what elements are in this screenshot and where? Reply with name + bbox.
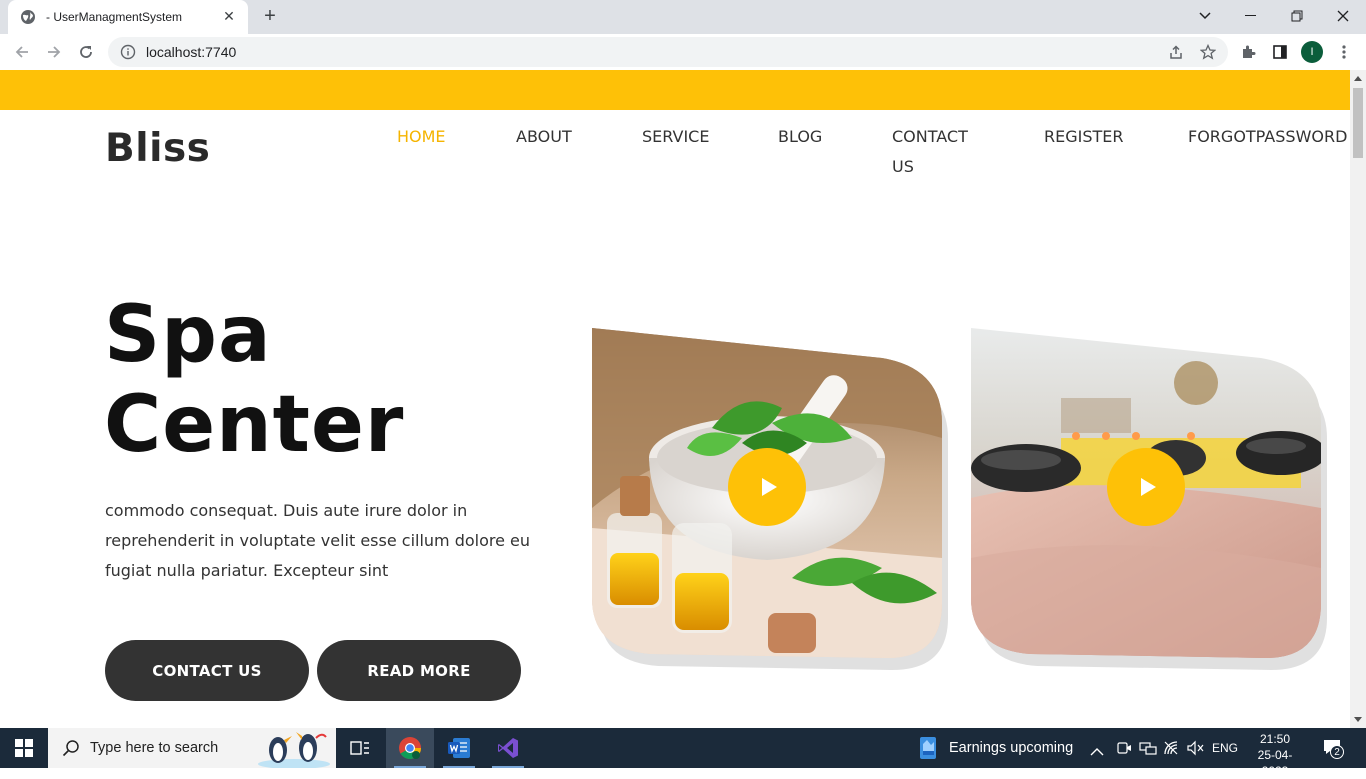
hero-title-line-1: Spa	[104, 290, 272, 380]
meet-now-icon[interactable]	[1116, 740, 1132, 760]
profile-avatar[interactable]: I	[1301, 41, 1323, 63]
news-widget-text[interactable]: Earnings upcoming	[949, 740, 1073, 756]
tab-search-icon[interactable]	[1182, 0, 1228, 32]
nav-contact-us[interactable]: CONTACT US	[892, 122, 968, 182]
nav-contact-label: CONTACT	[892, 127, 968, 146]
more-menu-icon[interactable]	[1334, 42, 1354, 62]
network-icon[interactable]	[1139, 740, 1157, 760]
scroll-up-icon[interactable]	[1354, 76, 1362, 81]
close-window-icon[interactable]	[1320, 0, 1366, 32]
back-icon[interactable]	[10, 40, 34, 64]
task-view-icon[interactable]	[336, 728, 384, 768]
nav-register[interactable]: REGISTER	[1044, 122, 1124, 152]
site-info-icon[interactable]	[120, 44, 136, 60]
page-viewport: Bliss HOME ABOUT SERVICE BLOG CONTACT US…	[0, 70, 1350, 728]
nav-home[interactable]: HOME	[397, 122, 446, 152]
play-icon	[761, 478, 777, 496]
scroll-down-icon[interactable]	[1354, 717, 1362, 722]
language-indicator[interactable]: ENG	[1212, 741, 1238, 755]
search-icon	[62, 740, 79, 757]
taskbar-search-box[interactable]: Type here to search	[48, 728, 336, 768]
notification-count-badge: 2	[1330, 745, 1344, 759]
share-icon[interactable]	[1166, 42, 1186, 62]
news-widget-icon[interactable]	[918, 736, 940, 764]
play-button[interactable]	[728, 448, 806, 526]
video-thumbnail-mortar[interactable]	[592, 328, 948, 670]
browser-tab[interactable]: - UserManagmentSystem ✕	[8, 0, 248, 34]
windows-taskbar: Type here to search Earnings upcoming EN…	[0, 728, 1366, 778]
globe-icon	[20, 9, 36, 25]
nav-forgot-password[interactable]: FORGOTPASSWORD	[1188, 122, 1347, 152]
hero-title: Spa Center	[104, 290, 404, 470]
scroll-thumb[interactable]	[1353, 88, 1363, 158]
play-button[interactable]	[1107, 448, 1185, 526]
new-tab-button[interactable]: +	[258, 6, 282, 28]
nav-blog[interactable]: BLOG	[778, 122, 822, 152]
browser-tab-strip: - UserManagmentSystem ✕ +	[0, 0, 1366, 34]
notifications-icon[interactable]: 2	[1322, 738, 1346, 760]
nav-contact-label-2: US	[892, 157, 914, 176]
address-bar[interactable]: localhost:7740	[108, 37, 1228, 67]
reload-icon[interactable]	[74, 40, 98, 64]
extensions-icon[interactable]	[1238, 42, 1258, 62]
chrome-taskbar-icon[interactable]	[386, 728, 434, 768]
show-hidden-icons-icon[interactable]	[1090, 742, 1104, 761]
browser-toolbar: localhost:7740 I	[0, 34, 1366, 70]
visual-studio-taskbar-icon[interactable]	[484, 728, 532, 768]
word-taskbar-icon[interactable]	[435, 728, 483, 768]
forward-icon[interactable]	[42, 40, 66, 64]
video-thumbnail-hot-stone[interactable]	[971, 328, 1327, 670]
restore-icon[interactable]	[1274, 0, 1320, 32]
page-scrollbar[interactable]	[1350, 70, 1366, 728]
hero-description: commodo consequat. Duis aute irure dolor…	[105, 501, 531, 580]
bookmark-star-icon[interactable]	[1198, 42, 1218, 62]
minimize-icon[interactable]	[1228, 0, 1274, 32]
windows-start-icon[interactable]	[0, 728, 48, 768]
penguins-search-highlight-icon	[258, 732, 330, 768]
read-more-button[interactable]: READ MORE	[317, 640, 521, 701]
url-text: localhost:7740	[146, 44, 237, 60]
close-tab-icon[interactable]: ✕	[220, 8, 238, 26]
top-accent-bar	[0, 70, 1350, 110]
site-logo[interactable]: Bliss	[105, 126, 210, 171]
side-panel-icon[interactable]	[1270, 42, 1290, 62]
volume-muted-icon[interactable]	[1186, 740, 1204, 760]
clock-date: 25-04-2023	[1257, 748, 1293, 778]
contact-us-button[interactable]: CONTACT US	[105, 640, 309, 701]
nav-service[interactable]: SERVICE	[642, 122, 709, 152]
hero-title-line-2: Center	[104, 380, 405, 470]
taskbar-clock[interactable]: 21:50 25-04-2023	[1246, 731, 1304, 779]
tab-title: - UserManagmentSystem	[46, 10, 183, 24]
nav-about[interactable]: ABOUT	[516, 122, 572, 152]
clock-time: 21:50	[1259, 732, 1291, 746]
play-icon	[1140, 478, 1156, 496]
search-placeholder: Type here to search	[90, 740, 219, 756]
wifi-icon[interactable]	[1163, 740, 1181, 760]
